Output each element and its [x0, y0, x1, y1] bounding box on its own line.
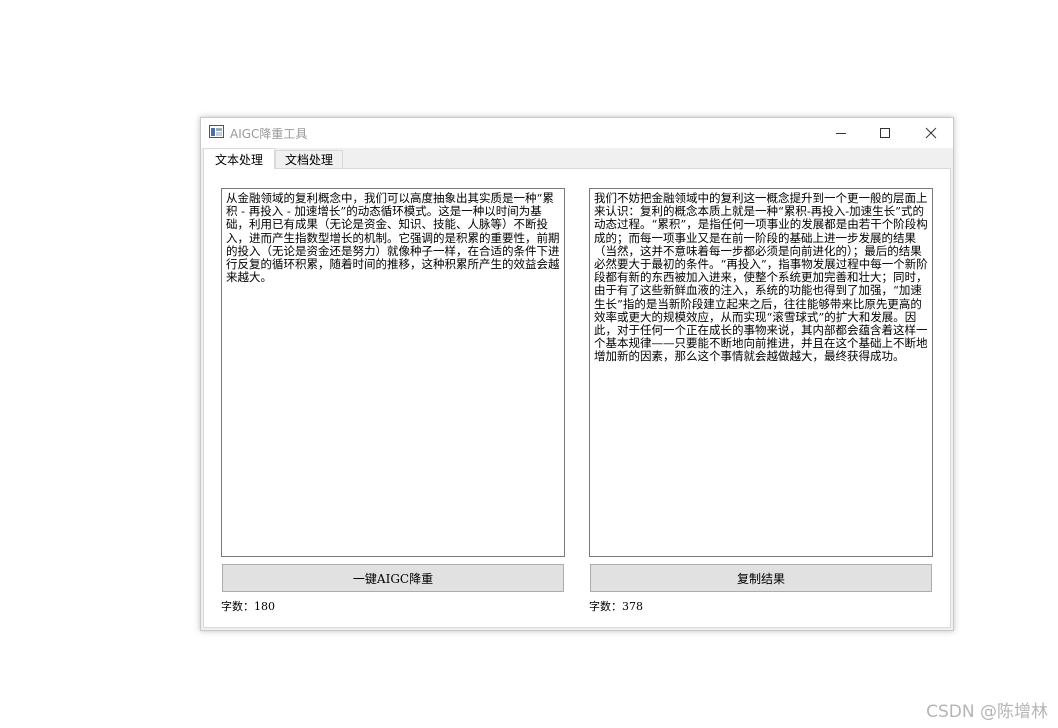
- maximize-icon: [880, 128, 890, 138]
- output-textarea[interactable]: 我们不妨把金融领域中的复利这一概念提升到一个更一般的层面上来认识：复利的概念本质…: [589, 188, 933, 557]
- title-bar[interactable]: AIGC降重工具: [201, 118, 953, 148]
- maximize-button[interactable]: [863, 118, 907, 148]
- aigc-reduce-button[interactable]: 一键AIGC降重: [222, 564, 564, 592]
- tab-text-processing[interactable]: 文本处理: [203, 148, 275, 169]
- minimize-button[interactable]: [819, 118, 863, 148]
- close-icon: [925, 127, 937, 139]
- tab-document-processing[interactable]: 文档处理: [275, 150, 343, 168]
- minimize-icon: [836, 133, 846, 134]
- watermark: CSDN @陈增林: [926, 702, 1048, 722]
- copy-result-button[interactable]: 复制结果: [590, 564, 932, 592]
- app-window: AIGC降重工具 文本处理 文档处理 从金融领域的复利概念中，我们可以高度抽象出…: [200, 117, 954, 631]
- text-processing-panel: 从金融领域的复利概念中，我们可以高度抽象出其实质是一种“累积 - 再投入 - 加…: [203, 168, 951, 628]
- app-icon: [209, 125, 224, 138]
- tab-bar: 文本处理 文档处理: [201, 148, 953, 169]
- close-button[interactable]: [909, 118, 953, 148]
- window-title: AIGC降重工具: [230, 127, 308, 141]
- input-char-count: 字数：180: [221, 600, 275, 613]
- output-char-count: 字数：378: [589, 600, 643, 613]
- input-textarea[interactable]: 从金融领域的复利概念中，我们可以高度抽象出其实质是一种“累积 - 再投入 - 加…: [221, 188, 565, 557]
